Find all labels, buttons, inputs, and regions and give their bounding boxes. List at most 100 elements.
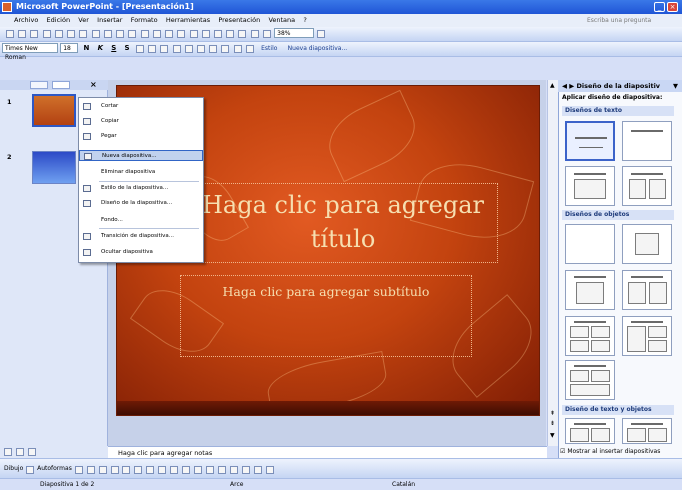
line-icon[interactable] (74, 465, 83, 474)
layout-four-content[interactable] (565, 316, 615, 356)
layout-two-over-content[interactable] (565, 360, 615, 400)
menu-item-background[interactable]: Fondo... (79, 215, 203, 226)
spelling-icon[interactable] (91, 29, 100, 38)
permission-icon[interactable] (42, 29, 51, 38)
layout-text-content[interactable] (565, 418, 615, 444)
insert-chart-icon[interactable] (177, 29, 186, 38)
email-icon[interactable] (54, 29, 63, 38)
font-color-icon[interactable] (245, 44, 254, 53)
show-formatting-icon[interactable] (238, 29, 247, 38)
wordart-icon[interactable] (134, 465, 143, 474)
align-center-icon[interactable] (148, 44, 157, 53)
help-icon[interactable] (317, 29, 326, 38)
bullets-icon[interactable] (184, 44, 193, 53)
menu-insertar[interactable]: Insertar (97, 14, 122, 27)
previous-slide-icon[interactable]: ⇞ (550, 410, 555, 417)
zoom-select[interactable]: 38% (274, 28, 315, 38)
numbering-icon[interactable] (172, 44, 181, 53)
slides-tab[interactable] (52, 81, 70, 89)
line-color-icon[interactable] (193, 465, 202, 474)
menu-item-cut[interactable]: Cortar (79, 101, 203, 112)
underline-button[interactable]: S (111, 44, 116, 52)
show-on-insert-option[interactable]: ☑ Mostrar al insertar diapositivas (560, 448, 660, 455)
scroll-down-icon[interactable]: ▼ (550, 432, 555, 439)
menu-item-paste[interactable]: Pegar (79, 131, 203, 142)
shadow-style-icon[interactable] (253, 465, 262, 474)
autoshapes-button[interactable]: Autoformas (37, 465, 72, 472)
expand-icon[interactable] (226, 29, 235, 38)
fill-color-icon[interactable] (182, 465, 191, 474)
copy-icon[interactable] (116, 29, 125, 38)
menu-item-delete-slide[interactable]: Eliminar diapositiva (79, 167, 203, 178)
decrease-font-icon[interactable] (209, 44, 218, 53)
menu-item-slide-design[interactable]: Estilo de la diapositiva... (79, 183, 203, 194)
format-painter-icon[interactable] (140, 29, 149, 38)
menu-help[interactable]: ? (303, 14, 306, 27)
new-slide-toolbar-button[interactable]: Nueva diapositiva... (288, 45, 348, 52)
layout-two-columns[interactable] (622, 166, 672, 206)
layout-content-text[interactable] (622, 418, 672, 444)
redo-icon[interactable] (165, 29, 174, 38)
arrow-style-icon[interactable] (241, 465, 250, 474)
decrease-indent-icon[interactable] (221, 44, 230, 53)
textbox-icon[interactable] (122, 465, 131, 474)
layout-two-content[interactable] (622, 270, 672, 310)
align-right-icon[interactable] (160, 44, 169, 53)
select-objects-icon[interactable] (26, 465, 35, 474)
menu-presentacion[interactable]: Presentación (218, 14, 260, 27)
next-slide-icon[interactable]: ⇟ (550, 420, 555, 427)
vertical-scrollbar[interactable]: ▲ ⇞ ⇟ ▼ (547, 80, 558, 446)
layout-title-text[interactable] (565, 166, 615, 206)
menu-formato[interactable]: Formato (131, 14, 158, 27)
normal-view-icon[interactable] (4, 448, 12, 456)
arrow-icon[interactable] (86, 465, 95, 474)
close-icon[interactable]: × (667, 2, 678, 12)
font-color-draw-icon[interactable] (205, 465, 214, 474)
checkbox-icon[interactable]: ☑ (560, 448, 565, 455)
dash-style-icon[interactable] (229, 465, 238, 474)
open-icon[interactable] (18, 29, 27, 38)
print-icon[interactable] (67, 29, 76, 38)
save-icon[interactable] (30, 29, 39, 38)
menu-herramientas[interactable]: Herramientas (166, 14, 210, 27)
notes-pane[interactable]: Haga clic para agregar notas (108, 446, 547, 458)
close-pane-icon[interactable]: × (90, 80, 97, 89)
new-icon[interactable] (6, 29, 14, 38)
menu-edicion[interactable]: Edición (47, 14, 71, 27)
rectangle-icon[interactable] (98, 465, 107, 474)
menu-ver[interactable]: Ver (78, 14, 89, 27)
design-button[interactable]: Estilo (261, 45, 277, 52)
draw-menu-button[interactable]: Dibujo (4, 465, 23, 472)
layout-title-content[interactable] (565, 270, 615, 310)
menu-item-new-slide[interactable]: Nueva diapositiva... (79, 150, 203, 161)
scroll-up-icon[interactable]: ▲ (550, 82, 555, 89)
picture-icon[interactable] (170, 465, 179, 474)
clipart-icon[interactable] (158, 465, 167, 474)
title-placeholder[interactable]: Haga clic para agregar título (188, 183, 498, 263)
menu-item-copy[interactable]: Copiar (79, 116, 203, 127)
menu-item-transition[interactable]: Transición de diapositiva... (79, 231, 203, 242)
preview-icon[interactable] (79, 29, 88, 38)
undo-icon[interactable] (152, 29, 161, 38)
task-pane-menu-icon[interactable]: ▼ (673, 80, 678, 92)
increase-indent-icon[interactable] (233, 44, 242, 53)
diagram-icon[interactable] (146, 465, 155, 474)
layout-content-over-two[interactable] (622, 316, 672, 356)
powerpoint-app-icon[interactable] (2, 2, 12, 12)
layout-title-only[interactable] (622, 121, 672, 161)
paste-icon[interactable] (128, 29, 137, 38)
color-icon[interactable] (262, 29, 271, 38)
minimize-icon[interactable]: _ (654, 2, 665, 12)
cut-icon[interactable] (103, 29, 112, 38)
subtitle-placeholder[interactable]: Haga clic para agregar subtítulo (180, 275, 472, 357)
font-size-select[interactable]: 18 (60, 43, 79, 53)
slide-sorter-icon[interactable] (16, 448, 25, 456)
oval-icon[interactable] (110, 465, 119, 474)
increase-font-icon[interactable] (196, 44, 205, 53)
back-icon[interactable]: ◀ ▶ (562, 82, 574, 90)
slideshow-icon[interactable] (28, 448, 37, 456)
grid-icon[interactable] (250, 29, 259, 38)
shadow-button[interactable]: S (125, 44, 130, 52)
bold-button[interactable]: N (83, 44, 89, 52)
outline-tab[interactable] (30, 81, 48, 89)
